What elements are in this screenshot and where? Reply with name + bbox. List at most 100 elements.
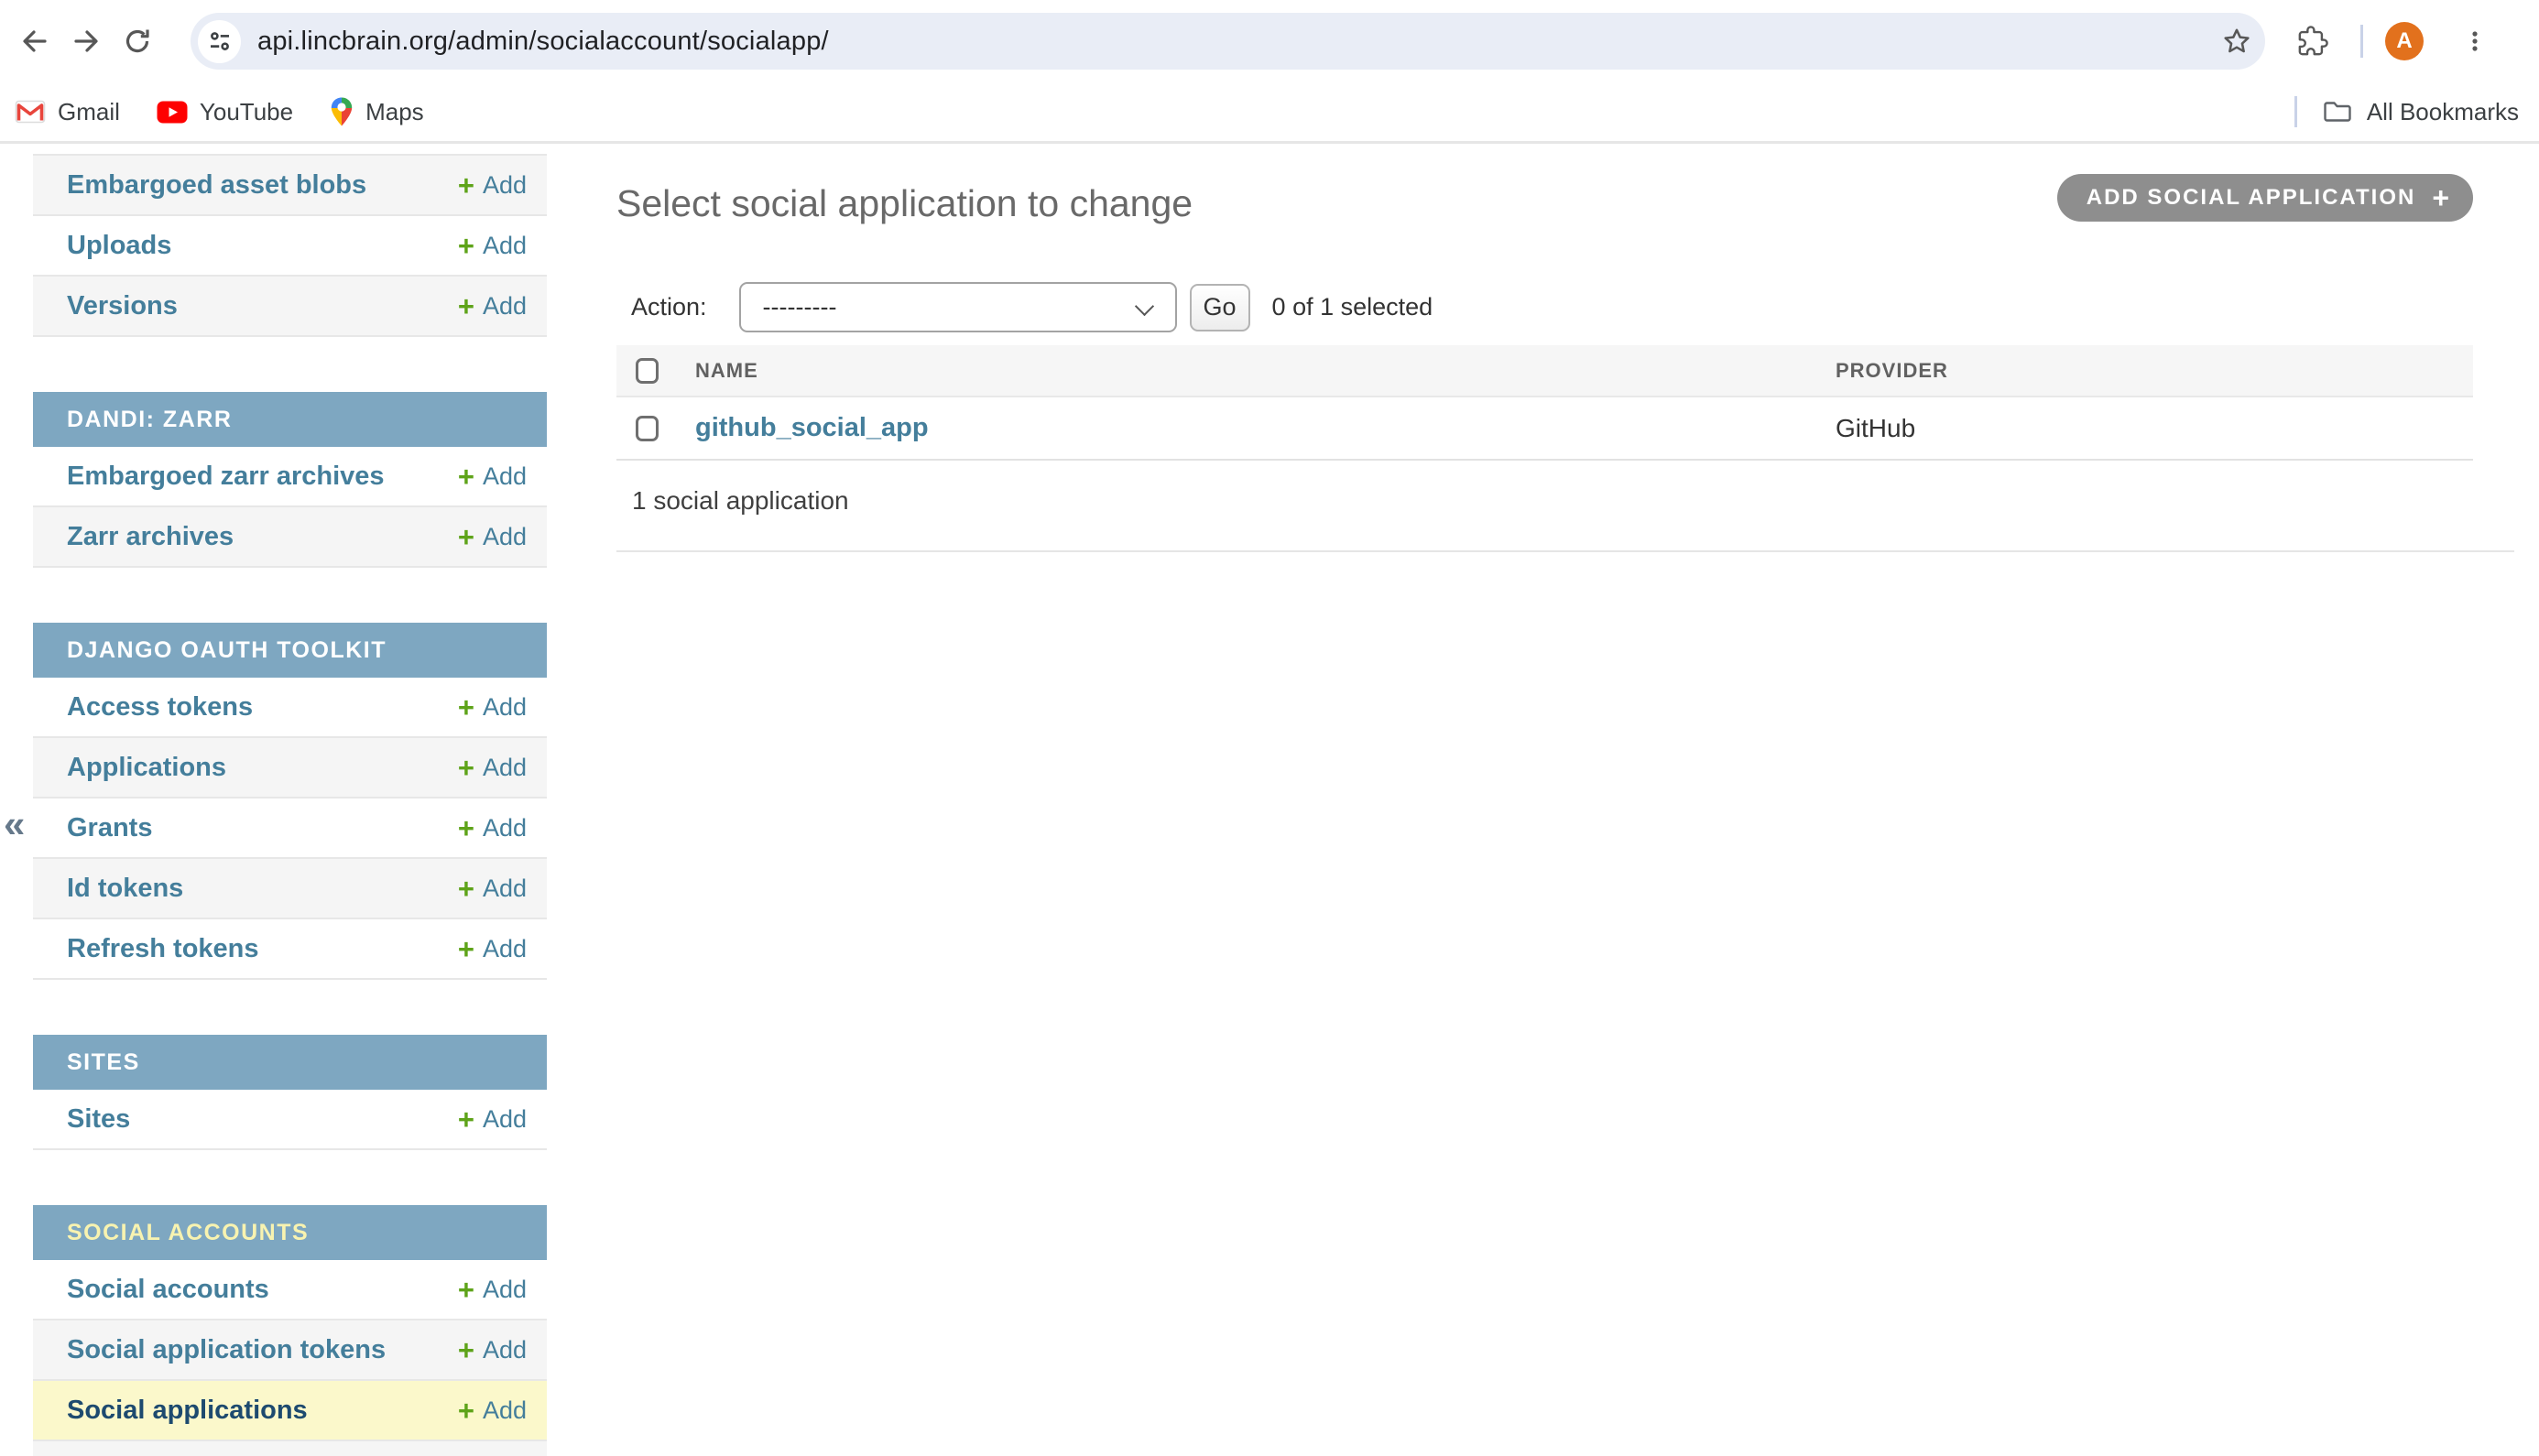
go-button[interactable]: Go — [1190, 284, 1250, 331]
nav-model-link[interactable]: Social applications — [67, 1396, 308, 1426]
add-label: Add — [483, 935, 527, 963]
nav-add-link[interactable]: + Add — [458, 814, 527, 842]
action-select[interactable]: --------- — [739, 282, 1177, 332]
nav-model-link[interactable]: Embargoed asset blobs — [67, 170, 366, 201]
nav-row: Zarr archives + Add — [33, 507, 547, 568]
plus-icon: + — [458, 1396, 474, 1425]
add-label: Add — [483, 523, 527, 551]
main-content: ADD SOCIAL APPLICATION + Select social a… — [616, 144, 2539, 552]
browser-toolbar: api.lincbrain.org/admin/socialaccount/so… — [0, 0, 2539, 82]
nav-add-link[interactable]: + Add — [458, 462, 527, 491]
maps-icon — [330, 96, 354, 127]
nav-row: Social application tokens + Add — [33, 1320, 547, 1381]
nav-section-title: DJANGO OAUTH TOOLKIT — [67, 637, 387, 663]
results-container: NAME PROVIDER github_social_app GitHub 1… — [616, 345, 2514, 552]
nav-add-link[interactable]: + Add — [458, 292, 527, 321]
actions-bar: Action: --------- Go 0 of 1 selected — [616, 282, 2539, 332]
nav-row: Applications + Add — [33, 738, 547, 799]
social-app-link[interactable]: github_social_app — [695, 413, 929, 442]
plus-icon: + — [458, 1276, 474, 1304]
nav-row: Grants + Add — [33, 799, 547, 859]
bookmark-maps[interactable]: Maps — [330, 96, 424, 127]
plus-icon: + — [458, 814, 474, 842]
row-checkbox[interactable] — [636, 416, 659, 441]
tune-icon — [206, 27, 234, 55]
select-all-checkbox[interactable] — [636, 358, 659, 384]
gmail-icon — [15, 100, 46, 124]
paginator: 1 social application — [616, 461, 2514, 516]
changelist-table: NAME PROVIDER github_social_app GitHub — [616, 345, 2473, 461]
nav-model-link[interactable]: Access tokens — [67, 692, 253, 723]
nav-add-link[interactable]: + Add — [458, 171, 527, 200]
nav-model-link[interactable]: Social accounts — [67, 1275, 269, 1305]
nav-add-link[interactable]: + Add — [458, 1336, 527, 1364]
nav-model-link[interactable]: Social application tokens — [67, 1335, 386, 1365]
nav-row: Uploads + Add — [33, 216, 547, 277]
bookmark-label: Maps — [365, 98, 424, 126]
nav-section-header[interactable]: DJANGO OAUTH TOOLKIT — [33, 623, 547, 678]
nav-model-link[interactable]: Refresh tokens — [67, 934, 259, 964]
add-label: Add — [483, 1276, 527, 1304]
nav-model-link[interactable]: Embargoed zarr archives — [67, 462, 385, 492]
nav-model-link[interactable]: Zarr archives — [67, 522, 234, 552]
nav-model-link[interactable]: Versions — [67, 291, 178, 321]
table-row: github_social_app GitHub — [616, 397, 2473, 460]
nav-add-link[interactable]: + Add — [458, 754, 527, 782]
extensions-button[interactable] — [2287, 16, 2338, 67]
forward-button[interactable] — [60, 16, 112, 67]
column-header-provider[interactable]: PROVIDER — [1832, 345, 2473, 397]
column-header-name[interactable]: NAME — [692, 345, 1832, 397]
action-selected-option: --------- — [763, 293, 837, 321]
nav-section: SOCIAL ACCOUNTS Social accounts + Add So… — [33, 1205, 547, 1456]
toolbar-separator — [2360, 25, 2363, 58]
bookmark-youtube[interactable]: YouTube — [157, 98, 293, 126]
nav-row: Sites + Add — [33, 1090, 547, 1150]
nav-add-link[interactable]: + Add — [458, 875, 527, 903]
nav-section-title: SITES — [67, 1049, 140, 1075]
chevron-down-icon — [1134, 297, 1153, 316]
browser-menu-button[interactable] — [2449, 16, 2501, 67]
nav-section: Embargoed asset blobs + Add Uploads + Ad… — [33, 144, 547, 337]
sidebar-collapse-toggle[interactable]: « — [4, 805, 25, 843]
site-settings-button[interactable] — [198, 20, 241, 63]
nav-add-link[interactable]: + Add — [458, 523, 527, 551]
nav-add-link[interactable]: + Add — [458, 1396, 527, 1425]
nav-row: Social accounts + Add — [33, 1260, 547, 1320]
plus-icon: + — [458, 292, 474, 321]
address-bar[interactable]: api.lincbrain.org/admin/socialaccount/so… — [191, 13, 2265, 70]
add-label: Add — [483, 232, 527, 260]
plus-icon: + — [458, 754, 474, 782]
nav-model-link[interactable]: Id tokens — [67, 874, 183, 904]
nav-model-link[interactable]: Grants — [67, 813, 152, 843]
nav-add-link[interactable]: + Add — [458, 232, 527, 260]
profile-avatar[interactable]: A — [2385, 22, 2424, 60]
plus-icon: + — [458, 171, 474, 200]
back-arrow-icon — [19, 26, 50, 57]
add-label: Add — [483, 693, 527, 722]
add-label: Add — [483, 754, 527, 782]
plus-icon: + — [458, 232, 474, 260]
nav-add-link[interactable]: + Add — [458, 693, 527, 722]
nav-model-link[interactable]: Sites — [67, 1104, 130, 1135]
add-label: Add — [483, 1336, 527, 1364]
nav-add-link[interactable]: + Add — [458, 935, 527, 963]
nav-section: DJANGO OAUTH TOOLKIT Access tokens + Add… — [33, 623, 547, 980]
url-text[interactable]: api.lincbrain.org/admin/socialaccount/so… — [257, 27, 829, 57]
reload-button[interactable] — [112, 16, 163, 67]
bookmark-star-button[interactable] — [2221, 26, 2252, 57]
nav-section-header[interactable]: DANDI: ZARR — [33, 392, 547, 447]
nav-section-header[interactable]: SITES — [33, 1035, 547, 1090]
all-bookmarks-button[interactable]: All Bookmarks — [2323, 98, 2519, 126]
nav-model-link[interactable]: Applications — [67, 753, 226, 783]
nav-model-link[interactable]: Uploads — [67, 231, 171, 261]
add-social-application-button[interactable]: ADD SOCIAL APPLICATION + — [2057, 174, 2473, 222]
plus-icon: + — [458, 693, 474, 722]
bookmark-gmail[interactable]: Gmail — [15, 98, 120, 126]
plus-icon: + — [458, 875, 474, 903]
nav-row: Refresh tokens + Add — [33, 919, 547, 980]
nav-section-header[interactable]: SOCIAL ACCOUNTS — [33, 1205, 547, 1260]
nav-add-link[interactable]: + Add — [458, 1105, 527, 1134]
add-label: Add — [483, 814, 527, 842]
nav-add-link[interactable]: + Add — [458, 1276, 527, 1304]
back-button[interactable] — [9, 16, 60, 67]
